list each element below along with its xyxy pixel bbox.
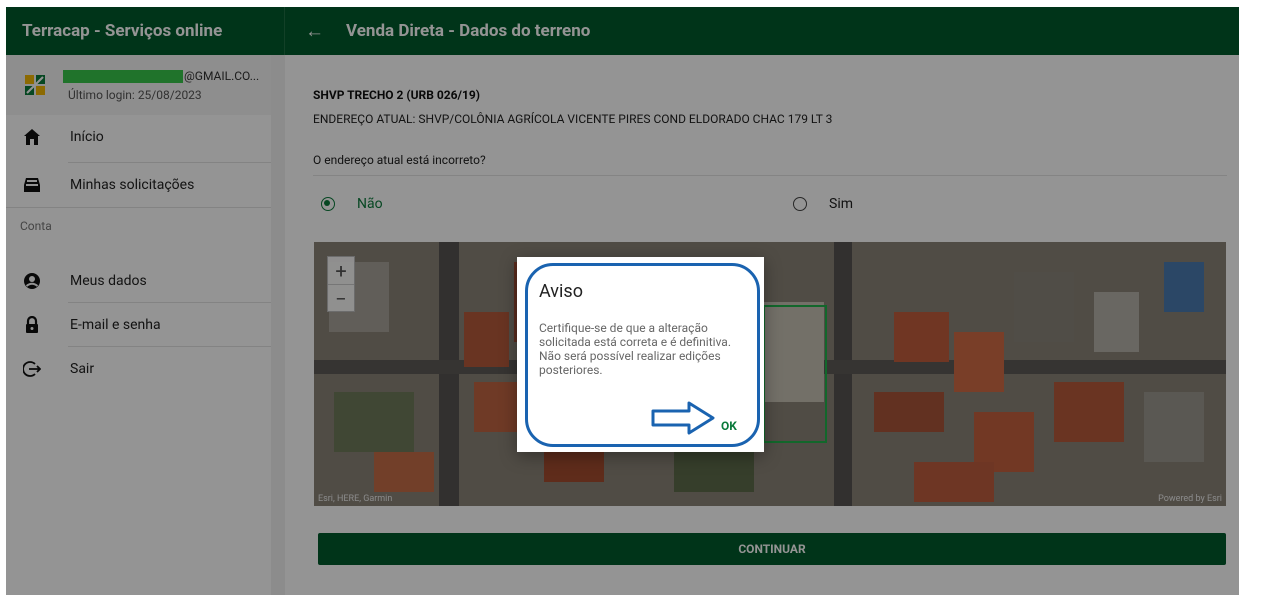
dialog-title: Aviso	[539, 281, 583, 302]
annotation-arrow-icon	[651, 401, 715, 435]
warning-dialog: Aviso Certifique-se de que a alteração s…	[517, 257, 764, 452]
ok-button[interactable]: OK	[721, 419, 737, 433]
dialog-message: Certifique-se de que a alteração solicit…	[539, 321, 731, 377]
